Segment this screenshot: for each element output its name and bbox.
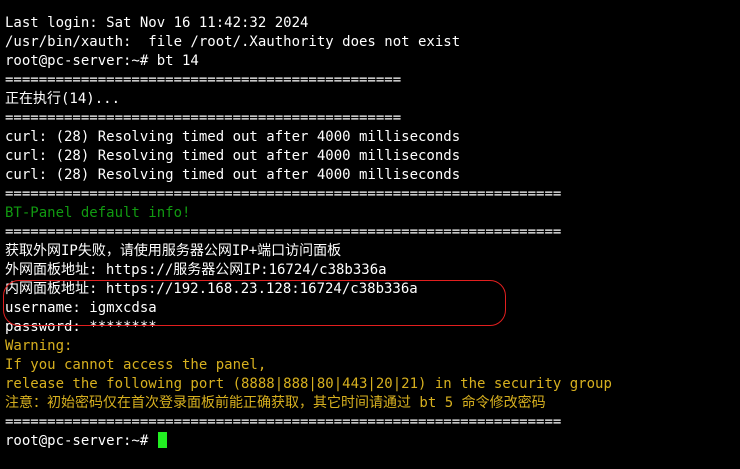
terminal-output[interactable]: Last login: Sat Nov 16 11:42:32 2024/usr… bbox=[5, 14, 740, 451]
terminal-line: 内网面板地址: https://192.168.23.128:16724/c38… bbox=[5, 281, 418, 297]
terminal-line: ========================================… bbox=[5, 110, 402, 126]
text-cursor bbox=[157, 432, 167, 448]
terminal-line: username: igmxcdsa bbox=[5, 300, 157, 316]
terminal-line: ========================================… bbox=[5, 414, 562, 430]
terminal-line: ========================================… bbox=[5, 72, 402, 88]
terminal-line: ========================================… bbox=[5, 224, 562, 240]
terminal-line: BT-Panel default info! bbox=[5, 205, 191, 221]
terminal-line: 获取外网IP失败，请使用服务器公网IP+端口访问面板 bbox=[5, 243, 342, 259]
terminal-line: release the following port (8888|888|80|… bbox=[5, 376, 612, 392]
terminal-line: ========================================… bbox=[5, 186, 562, 202]
terminal-line: 注意：初始密码仅在首次登录面板前能正确获取，其它时间请通过 bt 5 命令修改密… bbox=[5, 395, 546, 411]
terminal-line: 外网面板地址: https://服务器公网IP:16724/c38b336a bbox=[5, 262, 387, 278]
terminal-line: password: ******** bbox=[5, 319, 157, 335]
terminal-prompt-line[interactable]: root@pc-server:~# bbox=[5, 432, 740, 451]
terminal-line: If you cannot access the panel, bbox=[5, 357, 267, 373]
terminal-line: /usr/bin/xauth: file /root/.Xauthority d… bbox=[5, 34, 461, 50]
terminal-line: curl: (28) Resolving timed out after 400… bbox=[5, 167, 461, 183]
terminal-line: Warning: bbox=[5, 338, 73, 354]
terminal-line: curl: (28) Resolving timed out after 400… bbox=[5, 148, 461, 164]
shell-prompt: root@pc-server:~# bbox=[5, 433, 157, 449]
terminal-line: Last login: Sat Nov 16 11:42:32 2024 bbox=[5, 15, 309, 31]
terminal-line: curl: (28) Resolving timed out after 400… bbox=[5, 129, 461, 145]
terminal-line: root@pc-server:~# bt 14 bbox=[5, 53, 199, 69]
terminal-line: 正在执行(14)... bbox=[5, 91, 121, 107]
